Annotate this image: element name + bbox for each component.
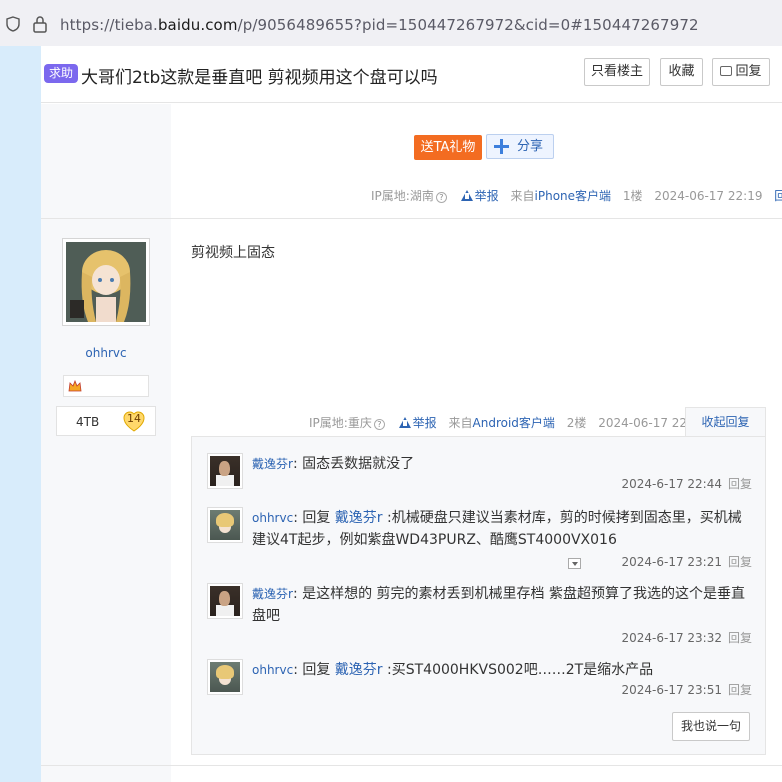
comment-time: 2024-6-17 23:21	[621, 555, 722, 569]
share-label: 分享	[517, 139, 544, 154]
avatar[interactable]	[207, 507, 243, 543]
add-comment-button[interactable]: 我也说一句	[672, 712, 750, 741]
comment-text: :买ST4000HKVS002吧……2T是缩水产品	[382, 662, 654, 678]
ip-location: IP属地:湖南	[371, 189, 434, 203]
share-plus-icon	[494, 139, 509, 154]
comment-body: 戴逸芬r: 固态丢数据就没了	[252, 453, 752, 475]
avatar[interactable]	[207, 583, 243, 619]
comment-time: 2024-6-17 22:44	[621, 477, 722, 491]
comment-meta: 2024-6-17 22:44 回复	[621, 475, 752, 492]
warning-icon	[460, 190, 473, 201]
only-op-button[interactable]: 只看楼主	[584, 58, 650, 86]
comment-reply-link[interactable]: 回复	[728, 555, 752, 569]
list-item: ohhrvc: 回复 戴逸芬r :买ST4000HKVS002吧……2T是缩水产…	[207, 659, 752, 709]
ip-location: IP属地:重庆	[309, 416, 372, 430]
user-badges	[63, 375, 149, 397]
help-question-icon[interactable]: ?	[373, 419, 385, 430]
member-badge-icon[interactable]	[68, 380, 82, 392]
reply-word: 回复	[297, 510, 335, 526]
avatar-image	[210, 662, 240, 692]
comment-reply-link[interactable]: 回复	[728, 683, 752, 697]
level-number: 14	[127, 412, 141, 425]
list-item: 戴逸芬r: 固态丢数据就没了 2024-6-17 22:44 回复	[207, 453, 752, 503]
report-link[interactable]: 举报	[460, 189, 499, 203]
reply-button[interactable]: 回复	[712, 58, 770, 86]
avatar-image	[210, 456, 240, 486]
client-info: 来自Android客户端	[448, 416, 555, 430]
avatar-image	[66, 242, 146, 322]
lock-icon[interactable]	[32, 15, 48, 33]
address-bar[interactable]: https://tieba.baidu.com/p/9056489655?pid…	[0, 0, 782, 46]
post-time: 2024-06-17 22:19	[654, 189, 763, 203]
comment-reply-link[interactable]: 回复	[728, 477, 752, 491]
comment-icon	[720, 66, 733, 76]
client-link[interactable]: iPhone客户端	[535, 189, 612, 203]
comment-username[interactable]: 戴逸芬r	[252, 587, 293, 601]
avatar-image	[210, 586, 240, 616]
comment-meta: 2024-6-17 23:32 回复	[621, 629, 752, 646]
floor-1-meta: IP属地:湖南? 举报 来自iPhone客户端 1楼 2024-06-17 22…	[371, 187, 782, 204]
comment-reply-link[interactable]: 回复	[728, 631, 752, 645]
avatar[interactable]	[207, 453, 243, 489]
report-link[interactable]: 举报	[398, 416, 437, 430]
reply-target-username[interactable]: 戴逸芬r	[335, 510, 383, 526]
thread-header: 求助 大哥们2tb这款是垂直吧 剪视频用这个盘可以吗 只看楼主 收藏 回复	[41, 46, 782, 103]
comment-username[interactable]: 戴逸芬r	[252, 457, 293, 471]
shield-icon[interactable]	[6, 16, 20, 32]
reply-target-username[interactable]: 戴逸芬r	[335, 662, 383, 678]
comment-time: 2024-6-17 23:32	[621, 631, 722, 645]
share-button[interactable]: 分享	[486, 134, 554, 159]
comment-text: 固态丢数据就没了	[297, 456, 415, 472]
avatar[interactable]	[62, 238, 150, 326]
comment-body: 戴逸芬r: 是这样想的 剪完的素材丢到机械里存档 紫盘超预算了我选的这个是垂直盘…	[252, 583, 752, 627]
help-tag-badge: 求助	[44, 64, 79, 83]
collapse-replies-button[interactable]: 收起回复	[685, 407, 766, 437]
comment-text: 是这样想的 剪完的素材丢到机械里存档 紫盘超预算了我选的这个是垂直盘吧	[252, 586, 746, 624]
avatar[interactable]	[207, 659, 243, 695]
floor-1-sidebar	[41, 104, 171, 218]
username[interactable]: ohhrvc	[41, 346, 171, 360]
avatar-image	[210, 510, 240, 540]
send-gift-button[interactable]: 送TA礼物	[414, 135, 482, 160]
reply-button-label: 回复	[735, 64, 762, 79]
sub-replies-panel: 戴逸芬r: 固态丢数据就没了 2024-6-17 22:44 回复 ohhrvc:…	[191, 436, 766, 755]
floor-number: 1楼	[622, 189, 643, 203]
comment-meta: 2024-6-17 23:21 回复	[621, 553, 752, 570]
level-name: 4TB	[76, 415, 100, 429]
thread-title: 大哥们2tb这款是垂直吧 剪视频用这个盘可以吗	[81, 68, 438, 88]
url-text[interactable]: https://tieba.baidu.com/p/9056489655?pid…	[60, 16, 699, 34]
client-link[interactable]: Android客户端	[473, 416, 555, 430]
floor-number: 2楼	[566, 416, 587, 430]
favorite-button[interactable]: 收藏	[660, 58, 703, 86]
reply-word: 回复	[297, 662, 335, 678]
expand-icon[interactable]	[568, 558, 581, 569]
comment-time: 2024-6-17 23:51	[621, 683, 722, 697]
left-background-strip	[0, 46, 41, 782]
comment-body: ohhrvc: 回复 戴逸芬r :买ST4000HKVS002吧……2T是缩水产…	[252, 659, 752, 681]
level-badge: 14	[123, 410, 145, 432]
bottom-divider	[41, 765, 782, 766]
user-level[interactable]: 4TB 14	[56, 406, 156, 436]
list-item: 戴逸芬r: 是这样想的 剪完的素材丢到机械里存档 紫盘超预算了我选的这个是垂直盘…	[207, 583, 752, 649]
help-question-icon[interactable]: ?	[435, 192, 447, 203]
comment-username[interactable]: ohhrvc	[252, 511, 293, 525]
comment-meta: 2024-6-17 23:51 回复	[621, 681, 752, 698]
comment-username[interactable]: ohhrvc	[252, 663, 293, 677]
client-info: 来自iPhone客户端	[510, 189, 612, 203]
floor-1-reply-link[interactable]: 回复	[774, 189, 782, 203]
post-content: 剪视频上固态	[191, 245, 275, 261]
list-item: ohhrvc: 回复 戴逸芬r :机械硬盘只建议当素材库，剪的时候拷到固态里，买…	[207, 507, 752, 573]
warning-icon	[398, 417, 411, 428]
floor-2-meta: IP属地:重庆? 举报 来自Android客户端 2楼 2024-06-17 2…	[309, 414, 706, 431]
comment-body: ohhrvc: 回复 戴逸芬r :机械硬盘只建议当素材库，剪的时候拷到固态里，买…	[252, 507, 752, 551]
